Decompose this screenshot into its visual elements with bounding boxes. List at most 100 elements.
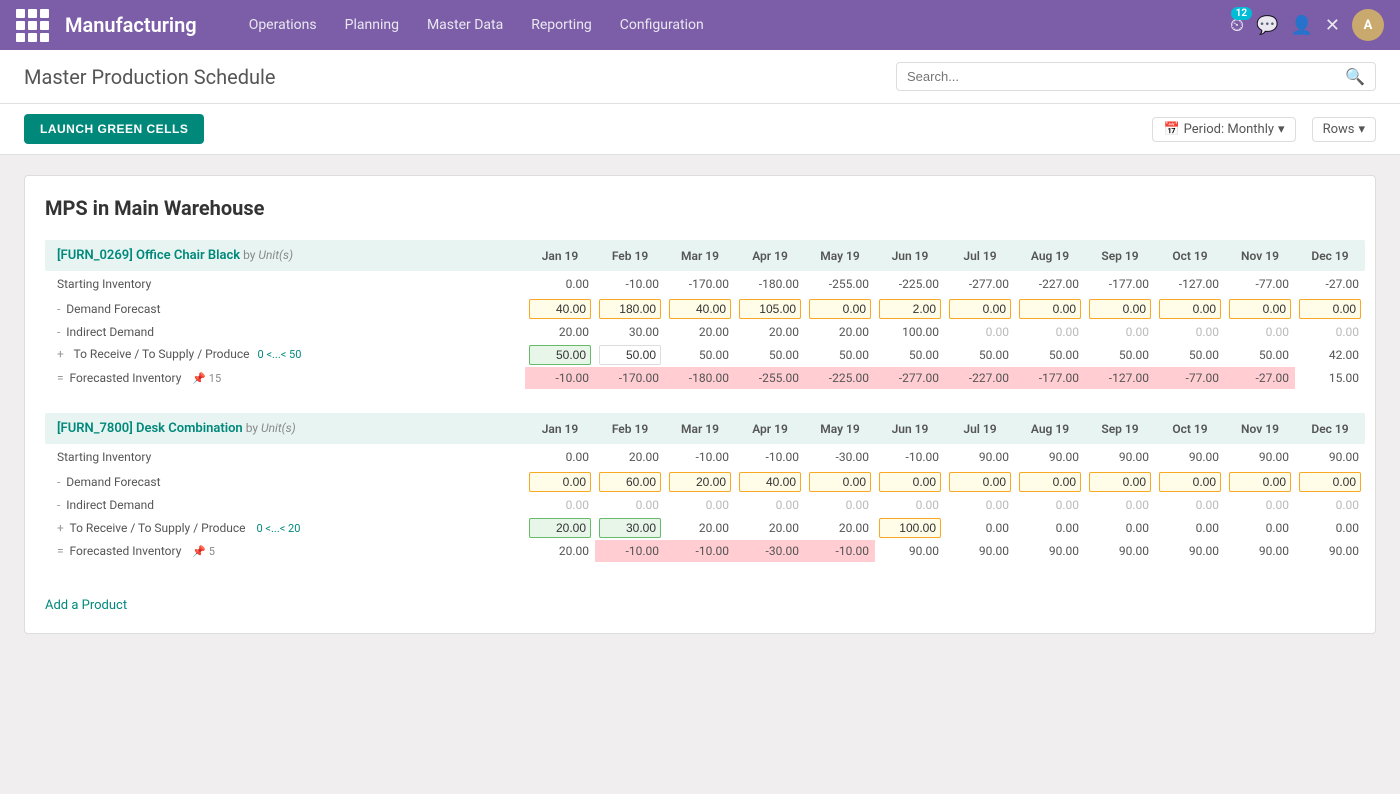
product-2-table: [FURN_7800] Desk Combination by Unit(s) … <box>45 413 1365 562</box>
product-header-row-2: [FURN_7800] Desk Combination by Unit(s) … <box>45 413 1365 444</box>
df-1-jun[interactable] <box>875 297 945 321</box>
tr-2-nov: 0.00 <box>1225 516 1295 540</box>
rows-label: Rows <box>1323 122 1355 137</box>
df-1-dec[interactable] <box>1295 297 1365 321</box>
df-2-aug[interactable] <box>1015 470 1085 494</box>
df-1-jul[interactable] <box>945 297 1015 321</box>
chat-icon[interactable]: 💬 <box>1256 15 1278 36</box>
toolbar: LAUNCH GREEN CELLS 📅 Period: Monthly ▾ R… <box>0 104 1400 155</box>
tr-2-jun[interactable] <box>875 516 945 540</box>
forecasted-inventory-row-2: = Forecasted Inventory 📌 5 20.00 -10.00 … <box>45 540 1365 562</box>
si-1-aug: -227.00 <box>1015 271 1085 297</box>
calendar-icon: 📅 <box>1163 122 1179 137</box>
product-section-1: [FURN_0269] Office Chair Black by Unit(s… <box>45 240 1355 389</box>
df-1-aug[interactable] <box>1015 297 1085 321</box>
month-header-feb-2: Feb 19 <box>595 413 665 444</box>
menu-item-reporting[interactable]: Reporting <box>519 11 604 39</box>
df-2-dec[interactable] <box>1295 470 1365 494</box>
id-1-aug: 0.00 <box>1015 321 1085 343</box>
month-header-dec-1: Dec 19 <box>1295 240 1365 271</box>
month-header-dec-2: Dec 19 <box>1295 413 1365 444</box>
starting-inventory-label-2: Starting Inventory <box>45 444 525 470</box>
month-header-oct-1: Oct 19 <box>1155 240 1225 271</box>
id-2-feb: 0.00 <box>595 494 665 516</box>
close-icon[interactable]: ✕ <box>1325 15 1340 36</box>
fi-2-sep: 90.00 <box>1085 540 1155 562</box>
top-navigation: Manufacturing Operations Planning Master… <box>0 0 1400 50</box>
month-header-oct-2: Oct 19 <box>1155 413 1225 444</box>
si-2-jun: -10.00 <box>875 444 945 470</box>
product-1-name[interactable]: [FURN_0269] Office Chair Black <box>57 248 240 263</box>
mps-card: MPS in Main Warehouse [FURN_0269] Office… <box>24 175 1376 634</box>
df-1-sep[interactable] <box>1085 297 1155 321</box>
si-1-jun: -225.00 <box>875 271 945 297</box>
id-2-jun: 0.00 <box>875 494 945 516</box>
month-header-jan-1: Jan 19 <box>525 240 595 271</box>
mps-title: MPS in Main Warehouse <box>45 196 1355 220</box>
month-header-aug-2: Aug 19 <box>1015 413 1085 444</box>
df-1-nov[interactable] <box>1225 297 1295 321</box>
menu-item-operations[interactable]: Operations <box>237 11 329 39</box>
fi-1-jan: -10.00 <box>525 367 595 389</box>
fi-1-apr: -255.00 <box>735 367 805 389</box>
df-2-may[interactable] <box>805 470 875 494</box>
df-1-apr[interactable] <box>735 297 805 321</box>
si-1-sep: -177.00 <box>1085 271 1155 297</box>
tr-2-jan[interactable] <box>525 516 595 540</box>
id-1-may: 20.00 <box>805 321 875 343</box>
tr-2-feb[interactable] <box>595 516 665 540</box>
df-1-oct[interactable] <box>1155 297 1225 321</box>
product-2-name[interactable]: [FURN_7800] Desk Combination <box>57 421 243 436</box>
df-2-jun[interactable] <box>875 470 945 494</box>
forecasted-inventory-row-1: = Forecasted Inventory 📌 15 -10.00 -170.… <box>45 367 1365 389</box>
df-2-jan[interactable] <box>525 470 595 494</box>
menu-item-master-data[interactable]: Master Data <box>415 11 515 39</box>
tr-1-jul: 50.00 <box>945 343 1015 367</box>
period-selector[interactable]: 📅 Period: Monthly ▾ <box>1152 117 1295 142</box>
rows-selector[interactable]: Rows ▾ <box>1312 117 1376 142</box>
menu-item-planning[interactable]: Planning <box>333 11 411 39</box>
month-header-jan-2: Jan 19 <box>525 413 595 444</box>
df-2-apr[interactable] <box>735 470 805 494</box>
menu-item-configuration[interactable]: Configuration <box>608 11 716 39</box>
fi-2-jul: 90.00 <box>945 540 1015 562</box>
product-section-2: [FURN_7800] Desk Combination by Unit(s) … <box>45 413 1355 562</box>
df-2-oct[interactable] <box>1155 470 1225 494</box>
si-1-nov: -77.00 <box>1225 271 1295 297</box>
df-2-nov[interactable] <box>1225 470 1295 494</box>
activity-badge-wrap[interactable]: ⏲ 12 <box>1230 15 1244 36</box>
df-2-jul[interactable] <box>945 470 1015 494</box>
starting-inventory-row-2: Starting Inventory 0.00 20.00 -10.00 -10… <box>45 444 1365 470</box>
person-icon[interactable]: 👤 <box>1290 15 1312 36</box>
df-2-mar[interactable] <box>665 470 735 494</box>
period-controls: 📅 Period: Monthly ▾ Rows ▾ <box>1152 117 1376 142</box>
si-1-may: -255.00 <box>805 271 875 297</box>
tr-1-feb[interactable] <box>595 343 665 367</box>
si-1-apr: -180.00 <box>735 271 805 297</box>
df-2-feb[interactable] <box>595 470 665 494</box>
month-header-aug-1: Aug 19 <box>1015 240 1085 271</box>
app-switcher-icon[interactable] <box>16 9 49 42</box>
si-2-jan: 0.00 <box>525 444 595 470</box>
launch-green-cells-button[interactable]: LAUNCH GREEN CELLS <box>24 114 204 144</box>
df-1-mar[interactable] <box>665 297 735 321</box>
avatar[interactable]: A <box>1352 9 1384 41</box>
starting-inventory-row-1: Starting Inventory 0.00 -10.00 -170.00 -… <box>45 271 1365 297</box>
tr-1-jun: 50.00 <box>875 343 945 367</box>
search-bar[interactable]: 🔍 <box>896 62 1376 91</box>
si-1-oct: -127.00 <box>1155 271 1225 297</box>
add-product-link[interactable]: Add a Product <box>45 598 127 613</box>
si-2-dec: 90.00 <box>1295 444 1365 470</box>
df-1-feb[interactable] <box>595 297 665 321</box>
si-1-jul: -277.00 <box>945 271 1015 297</box>
id-2-mar: 0.00 <box>665 494 735 516</box>
tr-1-jan[interactable] <box>525 343 595 367</box>
df-1-jan[interactable] <box>525 297 595 321</box>
page-title: Master Production Schedule <box>24 65 275 89</box>
to-receive-row-1: + To Receive / To Supply / Produce 0 <..… <box>45 343 1365 367</box>
si-2-jul: 90.00 <box>945 444 1015 470</box>
df-1-may[interactable] <box>805 297 875 321</box>
df-2-sep[interactable] <box>1085 470 1155 494</box>
search-input[interactable] <box>907 69 1345 84</box>
fi-1-dec: 15.00 <box>1295 367 1365 389</box>
